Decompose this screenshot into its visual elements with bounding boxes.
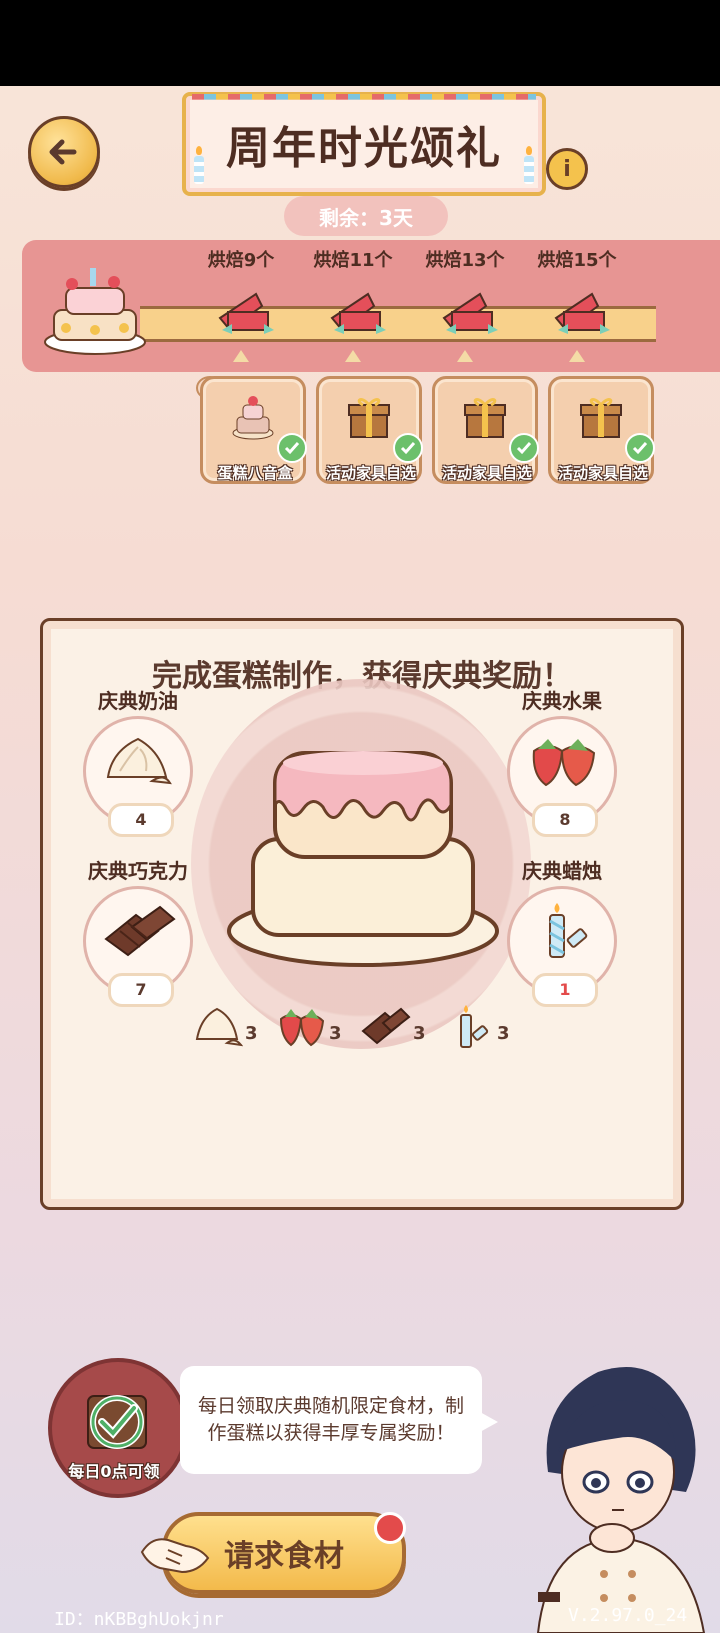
claimed-check-icon <box>393 433 423 463</box>
ingredient-name: 庆典奶油 <box>98 689 178 713</box>
claimed-check-icon <box>625 433 655 463</box>
claimed-check-icon <box>87 1395 147 1449</box>
candle-icon <box>549 903 588 958</box>
strawberry-icon <box>279 1009 325 1047</box>
ingredient-slot: 8 <box>507 716 617 837</box>
ingredient-count: 7 <box>108 973 174 1007</box>
gift-box-icon <box>348 398 390 438</box>
candle-icon <box>460 1005 489 1048</box>
bunting-decoration <box>192 94 536 100</box>
milestone-label: 烘焙15个 <box>537 250 617 271</box>
cream-icon <box>106 737 172 785</box>
reward-label: 活动家具自选 <box>441 464 532 482</box>
claimed-check-icon <box>277 433 307 463</box>
back-arrow-icon <box>49 139 77 165</box>
request-ingredients-button[interactable]: 请求食材 <box>140 1512 406 1594</box>
reward-slot-4[interactable]: 活动家具自选 <box>548 376 655 484</box>
recipe-requirements: 3 3 3 3 <box>193 999 533 1055</box>
reward-label: 活动家具自选 <box>557 464 648 482</box>
candle-decoration <box>194 146 204 184</box>
milestone-marker <box>569 350 585 362</box>
requirement-count: 3 <box>245 1023 258 1044</box>
cake-making-panel: 完成蛋糕制作，获得庆典奖励！ 庆典奶油 4 庆典水果 8 庆典巧克力 7 庆典蜡… <box>40 618 684 1210</box>
reward-slot-3[interactable]: 活动家具自选 <box>432 376 539 484</box>
requirement-candle: 3 <box>445 999 529 1055</box>
reward-slot-1[interactable]: 蛋糕八音盒 <box>200 376 307 484</box>
anniversary-cake-icon <box>44 268 146 355</box>
time-remaining-badge: 剩余：3天 <box>284 196 448 236</box>
requirement-fruit: 3 <box>277 999 361 1055</box>
request-button-label: 请求食材 <box>224 1539 344 1574</box>
ribbon-flag-icon <box>218 292 274 334</box>
reward-slot-2[interactable]: 活动家具自选 <box>316 376 423 484</box>
page-title: 周年时光颂礼 <box>226 123 502 174</box>
milestone-label: 烘焙13个 <box>425 250 505 271</box>
milestone-label: 烘焙9个 <box>207 250 275 271</box>
milestone-marker <box>457 350 473 362</box>
ribbon-flag-icon <box>442 292 498 334</box>
gift-box-icon <box>580 398 622 438</box>
event-title-banner: 周年时光颂礼 <box>182 92 546 196</box>
ingredient-count: 4 <box>108 803 174 837</box>
daily-claim-label: 每日0点可领 <box>68 1462 160 1481</box>
milestone-marker <box>233 350 249 362</box>
cake-base-icon[interactable] <box>223 735 503 975</box>
candle-decoration <box>524 146 534 184</box>
ingredient-cream[interactable]: 庆典奶油 4 <box>83 685 193 837</box>
cake-music-box-icon <box>232 396 274 440</box>
handshake-icon <box>140 1538 210 1574</box>
ingredient-name: 庆典水果 <box>522 689 602 713</box>
chef-character <box>536 1367 706 1633</box>
ribbon-flag-icon <box>554 292 610 334</box>
app-version: V.2.97.0_24 <box>568 1605 688 1626</box>
ingredient-name: 庆典蜡烛 <box>522 859 602 883</box>
back-button[interactable] <box>28 116 100 188</box>
strawberry-icon <box>532 739 596 787</box>
cream-icon <box>195 1007 243 1047</box>
ingredient-count: 8 <box>532 803 598 837</box>
reward-label: 蛋糕八音盒 <box>217 464 293 482</box>
ingredient-candle[interactable]: 庆典蜡烛 1 <box>507 855 617 1007</box>
ingredient-slot: 4 <box>83 716 193 837</box>
player-id: ID：nKBBghUokjnr <box>54 1609 224 1630</box>
ingredient-count: 1 <box>532 973 598 1007</box>
requirement-chocolate: 3 <box>361 999 445 1055</box>
ingredient-fruit[interactable]: 庆典水果 8 <box>507 685 617 837</box>
info-button[interactable]: i <box>546 148 588 190</box>
requirement-count: 3 <box>413 1023 426 1044</box>
requirement-count: 3 <box>329 1023 342 1044</box>
milestone-label: 烘焙11个 <box>313 250 393 271</box>
notification-dot <box>374 1512 406 1544</box>
requirement-count: 3 <box>497 1023 510 1044</box>
ribbon-flag-icon <box>330 292 386 334</box>
ingredient-name: 庆典巧克力 <box>88 859 188 883</box>
status-bar <box>0 0 720 86</box>
tip-speech-bubble: 每日领取庆典随机限定食材，制作蛋糕以获得丰厚专属奖励！ <box>180 1366 498 1474</box>
claimed-check-icon <box>509 433 539 463</box>
milestone-marker <box>345 350 361 362</box>
ingredient-slot: 7 <box>83 886 193 1007</box>
reward-label: 活动家具自选 <box>325 464 416 482</box>
gift-box-icon <box>464 398 506 438</box>
chocolate-icon <box>104 905 176 957</box>
ingredient-slot: 1 <box>507 886 617 1007</box>
requirement-cream: 3 <box>193 999 277 1055</box>
ingredient-chocolate[interactable]: 庆典巧克力 7 <box>83 855 193 1007</box>
chocolate-icon <box>361 1007 411 1045</box>
